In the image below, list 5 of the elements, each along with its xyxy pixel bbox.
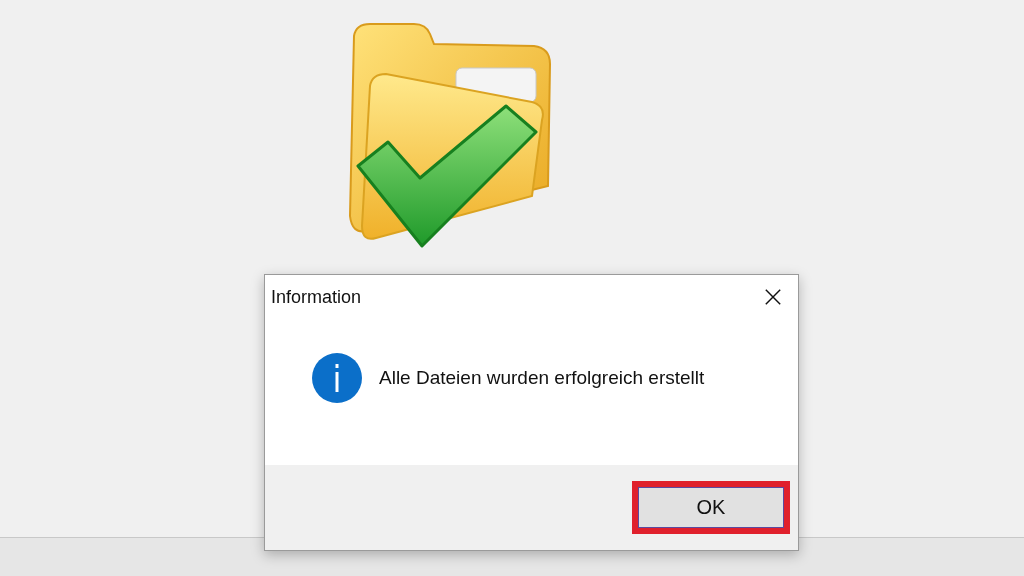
ok-button[interactable]: OK xyxy=(638,487,784,528)
message-text: Alle Dateien wurden erfolgreich erstellt xyxy=(379,367,705,389)
info-icon xyxy=(311,352,363,404)
window-title: Information xyxy=(271,286,362,308)
close-icon[interactable] xyxy=(764,288,782,306)
